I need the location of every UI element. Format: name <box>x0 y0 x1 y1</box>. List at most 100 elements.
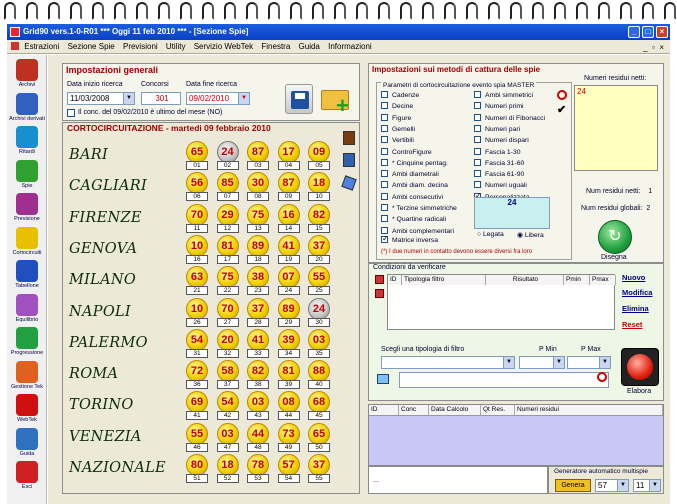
sidebar-item-previsione[interactable]: Previsione <box>7 193 47 223</box>
sidebar-item-gestione-tek[interactable]: Gestione Tek <box>7 360 47 391</box>
number-ball[interactable]: 37 <box>247 297 269 320</box>
number-ball[interactable]: 18 <box>308 172 330 195</box>
menu-servizio-webtek[interactable]: Servizio WebTek <box>194 42 253 51</box>
sidebar-item-esci[interactable]: Esci <box>7 461 47 491</box>
param-checkbox-numeri-pari[interactable]: Numeri pari <box>474 124 520 133</box>
number-ball[interactable]: 75 <box>247 203 269 226</box>
number-ball[interactable]: 78 <box>247 454 269 476</box>
param-checkbox-cadenze[interactable]: Cadenze <box>381 91 419 99</box>
param-checkbox-ambi-diametrali[interactable]: Ambi diametrali <box>381 170 439 178</box>
number-ball[interactable]: 44 <box>247 422 269 445</box>
pmin-select[interactable]: ▼ <box>519 356 565 369</box>
number-ball[interactable]: 89 <box>277 297 300 320</box>
sidebar-item-progressione[interactable]: Progressione <box>7 327 47 357</box>
concorsi-field[interactable]: 301 <box>141 92 181 105</box>
param-checkbox-fascia-1-30[interactable]: Fascia 1-30 <box>474 147 521 156</box>
sidebar-item-equilibrio[interactable]: Equilibrio <box>7 293 47 324</box>
number-ball[interactable]: 81 <box>277 360 300 383</box>
number-ball[interactable]: 54 <box>216 391 239 414</box>
number-ball[interactable]: 82 <box>247 360 269 383</box>
generator-select-2[interactable]: 11 ▼ <box>633 479 661 492</box>
add-condition-icon[interactable] <box>375 275 384 284</box>
param-checkbox-vertibili[interactable]: Vertibili <box>381 136 414 144</box>
libera-radio[interactable]: ◉ Libera <box>517 231 544 239</box>
results-detail-box[interactable]: ... <box>368 466 548 494</box>
param-checkbox-controfigure[interactable]: ControFigure <box>381 147 432 156</box>
conditions-table[interactable]: ID Tipologia filtro Risultato Pmin Pmax <box>387 274 616 330</box>
param-checkbox-figure[interactable]: Figure <box>381 113 411 122</box>
eraser-icon[interactable] <box>341 175 357 191</box>
param-checkbox-numeri-uguali[interactable]: Numeri uguali <box>474 181 527 189</box>
end-date-field[interactable]: 09/02/2010 ▼ <box>186 92 250 105</box>
sidebar-item-spie[interactable]: Spie <box>7 159 47 190</box>
param-checkbox-ambi-complementari[interactable]: Ambi complementari <box>381 226 454 235</box>
reset-link[interactable]: Reset <box>622 320 642 329</box>
number-ball[interactable]: 69 <box>186 391 208 414</box>
minimize-button[interactable]: _ <box>628 26 640 38</box>
last-month-checkbox[interactable] <box>67 109 75 117</box>
number-ball[interactable]: 41 <box>277 234 300 257</box>
number-ball[interactable]: 17 <box>277 141 300 163</box>
number-ball[interactable]: 37 <box>308 234 330 257</box>
sidebar-item-cortocircuiti[interactable]: Cortocircuiti <box>7 226 47 257</box>
number-ball[interactable]: 56 <box>186 172 208 195</box>
sidebar-item-archivi-derivati[interactable]: Archivi derivati <box>7 92 47 123</box>
filter-value-field[interactable] <box>399 372 609 388</box>
diamond-icon[interactable] <box>377 374 389 384</box>
number-ball[interactable]: 08 <box>277 391 300 414</box>
custom-numbers-field[interactable]: 24 <box>474 197 550 229</box>
param-checkbox-quartine-radicali[interactable]: * Quartine radicali <box>381 215 446 223</box>
book-icon[interactable] <box>343 131 355 145</box>
chevron-down-icon[interactable]: ▼ <box>238 93 249 104</box>
clear-filter-icon[interactable] <box>597 372 607 382</box>
chevron-down-icon[interactable]: ▼ <box>649 480 660 491</box>
matrice-checkbox[interactable]: Matrice inversa <box>381 234 438 244</box>
number-ball[interactable]: 18 <box>216 454 239 476</box>
param-checkbox-gemelli[interactable]: Gemelli <box>381 124 415 133</box>
remove-condition-icon[interactable] <box>375 289 384 298</box>
menu-utility[interactable]: Utility <box>166 42 186 51</box>
menu-informazioni[interactable]: Informazioni <box>328 42 372 51</box>
number-ball[interactable]: 55 <box>186 422 208 445</box>
chevron-down-icon[interactable]: ▼ <box>617 480 628 491</box>
number-ball[interactable]: 10 <box>186 234 208 257</box>
param-checkbox-fascia-61-90[interactable]: Fascia 61-90 <box>474 170 524 178</box>
number-ball[interactable]: 55 <box>308 266 330 289</box>
number-ball[interactable]: 70 <box>216 297 239 320</box>
number-ball[interactable]: 03 <box>216 422 239 445</box>
elimina-link[interactable]: Elimina <box>622 304 649 313</box>
sidebar-item-webtek[interactable]: WebTek <box>7 394 47 424</box>
number-ball[interactable]: 87 <box>277 172 300 195</box>
number-ball[interactable]: 03 <box>247 391 269 414</box>
numres-box[interactable]: 24 <box>574 85 658 171</box>
number-ball[interactable]: 54 <box>186 328 208 351</box>
chevron-down-icon[interactable]: ▼ <box>123 93 134 104</box>
disegna-button[interactable]: ↻ <box>598 220 632 254</box>
generator-select-1[interactable]: 57 ▼ <box>595 479 629 492</box>
mdi-controls[interactable]: _ ▫ × <box>643 41 664 55</box>
save-button[interactable] <box>285 84 313 114</box>
number-ball[interactable]: 81 <box>216 234 239 257</box>
menu-finestra[interactable]: Finestra <box>261 42 290 51</box>
menu-sezione-spie[interactable]: Sezione Spie <box>68 42 115 51</box>
number-ball[interactable]: 75 <box>216 266 239 289</box>
param-checkbox-decine[interactable]: Decine <box>381 102 413 110</box>
param-checkbox-fascia-31-60[interactable]: Fascia 31-60 <box>474 158 524 167</box>
number-ball[interactable]: 73 <box>277 422 300 445</box>
number-ball[interactable]: 89 <box>247 234 269 257</box>
chevron-down-icon[interactable]: ▼ <box>503 357 514 368</box>
number-ball[interactable]: 70 <box>186 203 208 226</box>
menu-estrazioni[interactable]: Estrazioni <box>24 42 59 51</box>
filter-select[interactable]: ▼ <box>381 356 515 369</box>
number-ball[interactable]: 30 <box>247 172 269 195</box>
number-ball[interactable]: 85 <box>216 172 239 195</box>
menu-guida[interactable]: Guida <box>299 42 320 51</box>
number-ball[interactable]: 16 <box>277 203 300 226</box>
number-ball[interactable]: 39 <box>277 328 300 351</box>
number-ball[interactable]: 29 <box>216 203 239 226</box>
sidebar-item-tabellone[interactable]: Tabellone <box>7 260 47 290</box>
number-ball[interactable]: 65 <box>308 422 330 445</box>
number-ball[interactable]: 41 <box>247 328 269 351</box>
param-checkbox-numeri-primi[interactable]: Numeri primi <box>474 102 524 110</box>
chevron-down-icon[interactable]: ▼ <box>599 357 610 368</box>
